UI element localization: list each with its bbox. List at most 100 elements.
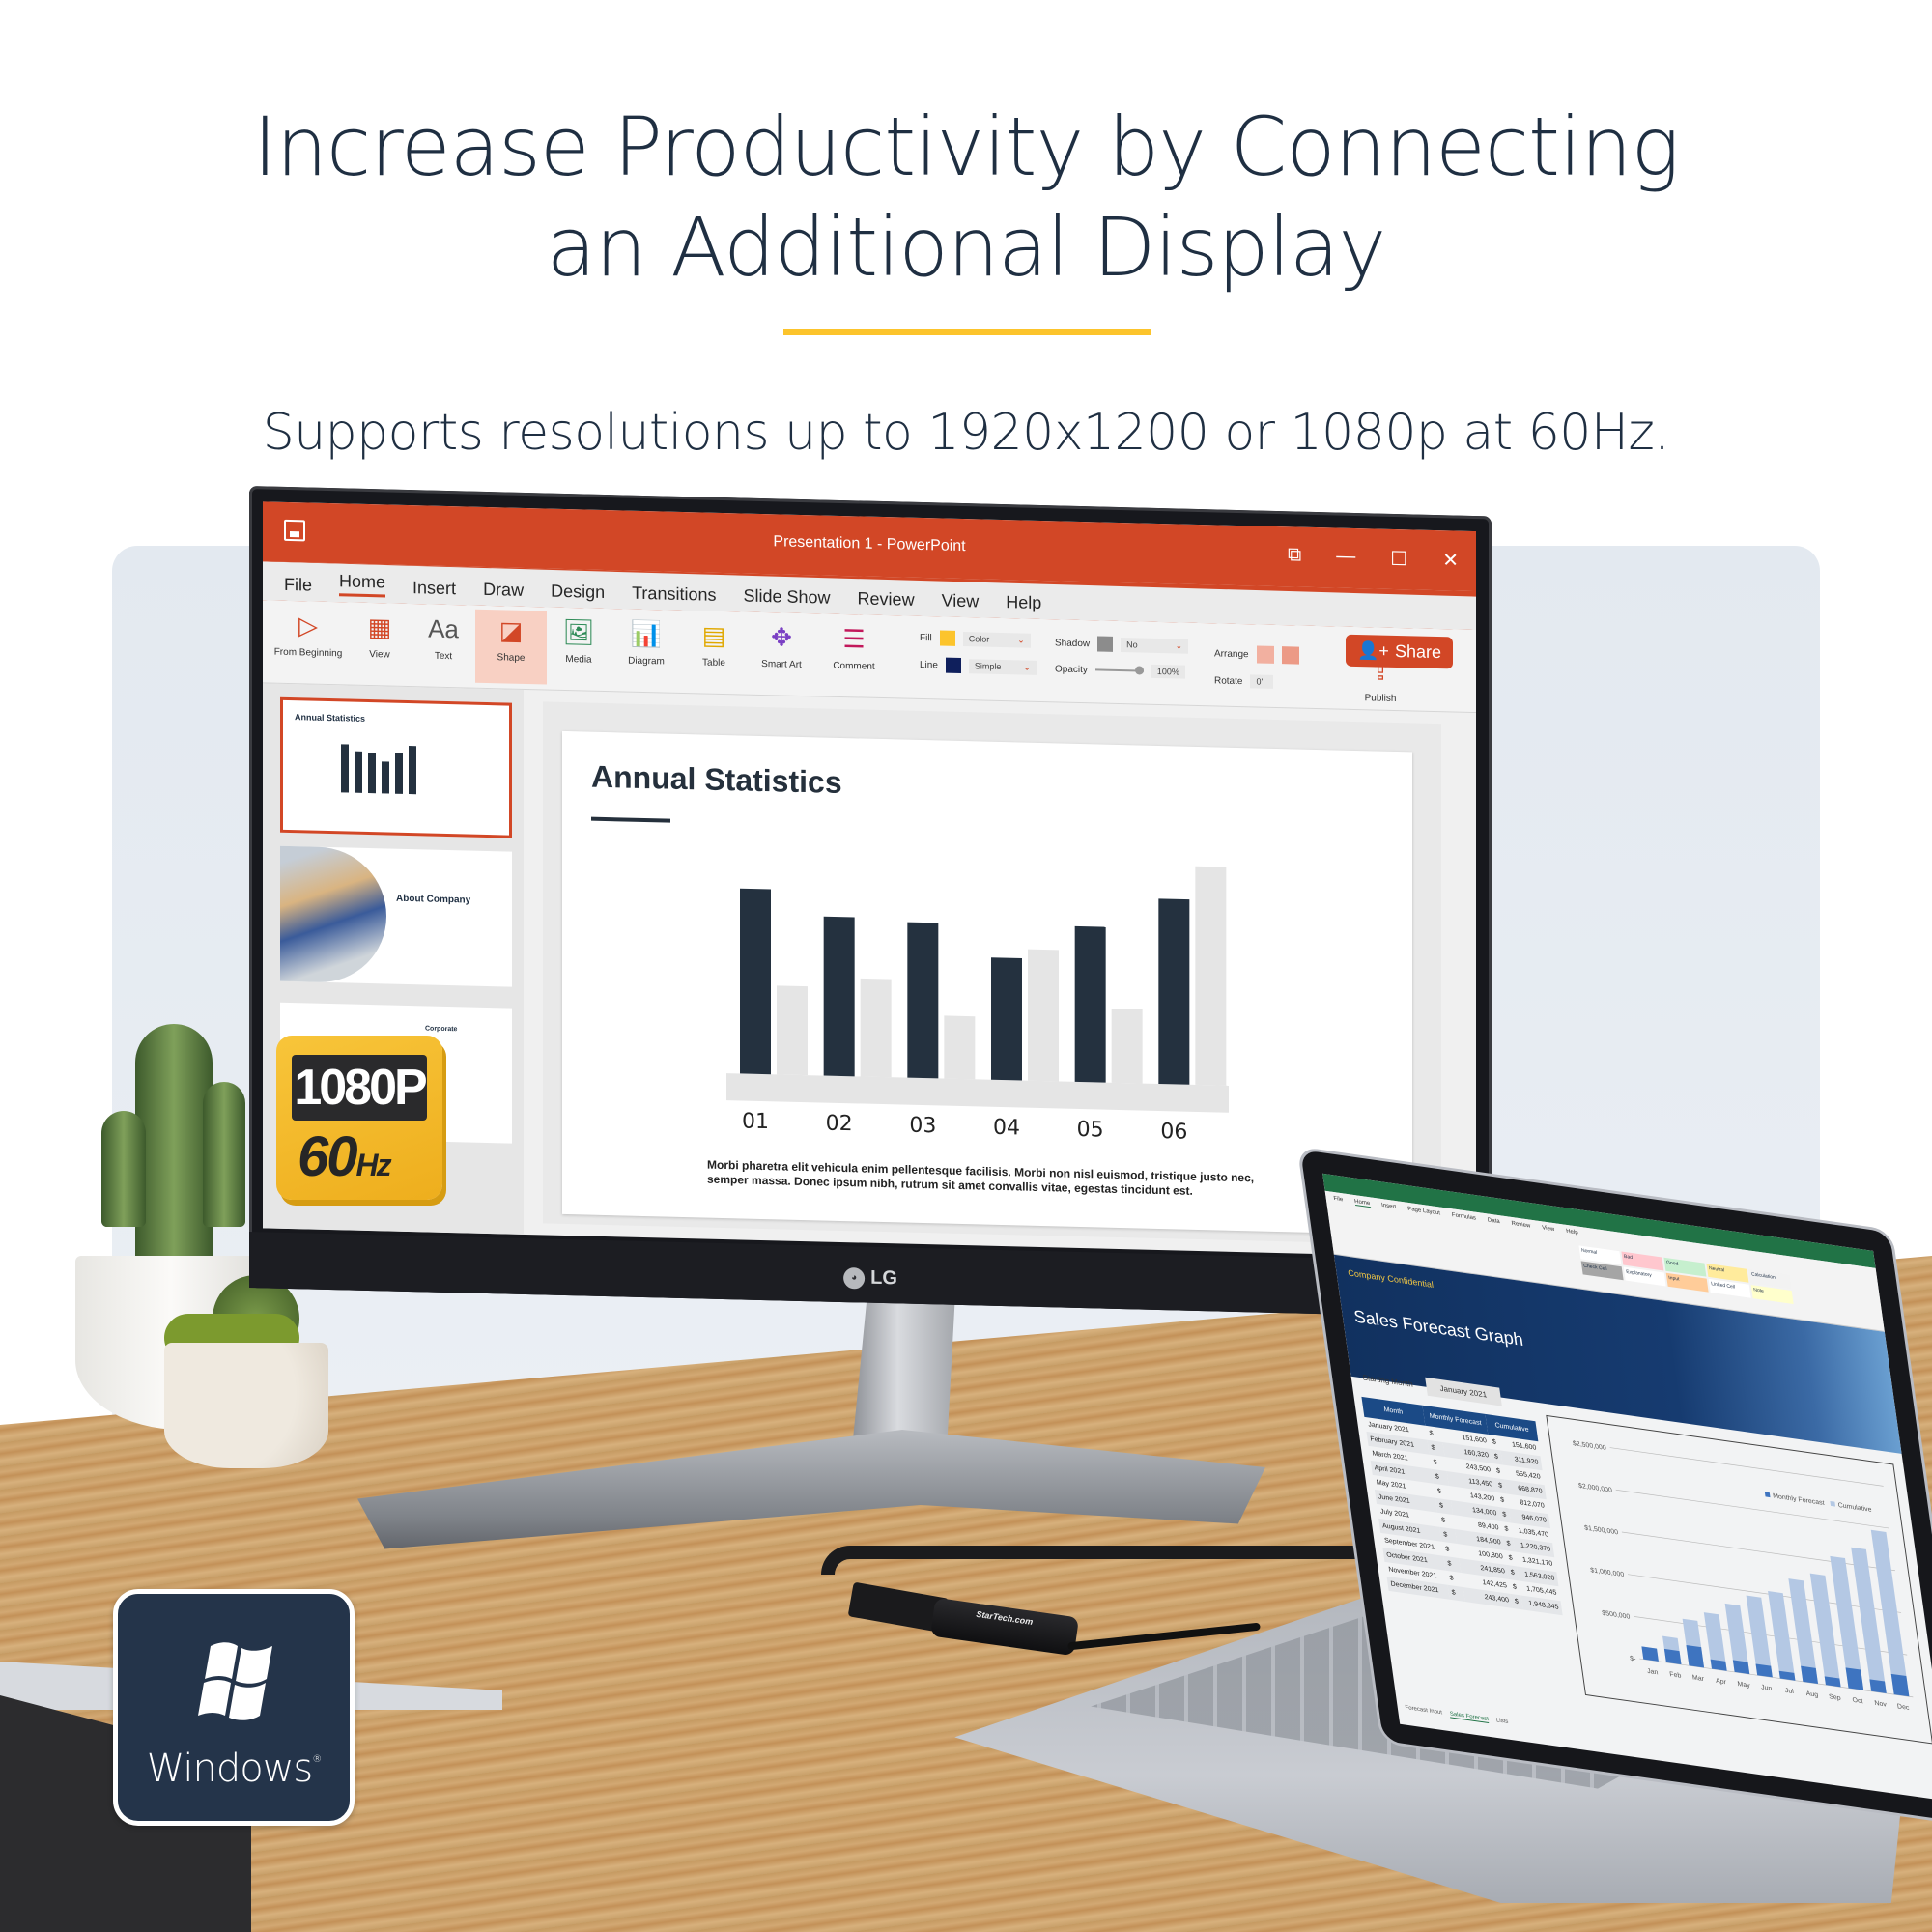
diagram-button[interactable]: 📊 Diagram [611, 616, 682, 668]
ribbon-button-label: Smart Art [761, 658, 802, 670]
x-tick-label: Aug [1805, 1690, 1818, 1699]
ribbon-button-label: From Beginning [273, 646, 343, 660]
warehouse-photo [280, 845, 386, 984]
annual-statistics-chart: 01 02 03 04 05 06 [726, 866, 1229, 1145]
bar-monthly-Nov [1869, 1679, 1887, 1693]
bar-primary-04 [991, 957, 1022, 1081]
tab-insert[interactable]: Insert [412, 578, 456, 599]
tab-design[interactable]: Design [551, 582, 605, 603]
headline-line-1: Increase Productivity by Connecting [253, 99, 1680, 194]
fill-control[interactable]: Fill Color ⌄ [920, 630, 1031, 648]
table-button[interactable]: ▤ Table [678, 618, 750, 669]
from-beginning-button[interactable]: ▷ From Beginning [272, 609, 344, 660]
tab-help[interactable]: Help [1006, 592, 1041, 613]
line-dropdown[interactable]: Simple ⌄ [968, 658, 1037, 675]
rotate-input[interactable]: 0' [1250, 674, 1274, 689]
bring-forward-icon[interactable] [1256, 645, 1274, 664]
excel-tab-data[interactable]: Data [1488, 1217, 1501, 1226]
ribbon-button-label: Text [434, 650, 453, 663]
sheet-tab[interactable]: Lists [1496, 1718, 1509, 1726]
opacity-slider[interactable] [1094, 668, 1144, 672]
smart-art-button[interactable]: ✥ Smart Art [746, 620, 817, 671]
fill-swatch[interactable] [939, 630, 955, 646]
tab-file[interactable]: File [284, 575, 312, 596]
bar-primary-03 [907, 922, 939, 1079]
confidential-tag: Company Confidential [1347, 1267, 1435, 1290]
legend-swatch [1764, 1492, 1771, 1498]
excel-tab-page-layout[interactable]: Page Layout [1407, 1207, 1441, 1218]
send-backward-icon[interactable] [1281, 646, 1299, 665]
x-tick-label: 02 [826, 1112, 853, 1137]
excel-tab-insert[interactable]: Insert [1381, 1203, 1397, 1211]
headline: Increase Productivity by Connecting an A… [0, 97, 1932, 298]
x-tick-label: Jan [1647, 1668, 1659, 1677]
shadow-dropdown[interactable]: No ⌄ [1121, 637, 1189, 654]
excel-tab-view[interactable]: View [1542, 1225, 1555, 1234]
tab-home[interactable]: Home [339, 571, 385, 597]
y-tick-label: $1,500,000 [1584, 1525, 1619, 1537]
sheet-tab[interactable]: Forecast Input [1405, 1705, 1442, 1717]
excel-tab-review[interactable]: Review [1511, 1221, 1531, 1231]
slide-thumbnail-2[interactable]: About Company [280, 845, 512, 987]
ribbon-button-label: Shape [497, 652, 526, 664]
lg-logo: ◕ LG [843, 1266, 897, 1290]
slide-title: Annual Statistics [591, 758, 842, 800]
excel-tab-home[interactable]: Home [1353, 1198, 1371, 1208]
image-icon: 🖼 [562, 616, 595, 647]
sheet-tab[interactable]: Sales Forecast [1449, 1711, 1490, 1724]
maximize-button[interactable]: ☐ [1390, 547, 1407, 571]
gridline [1609, 1447, 1884, 1487]
x-tick-label: Mar [1692, 1674, 1706, 1683]
x-tick-label: Sep [1829, 1693, 1841, 1702]
text-button[interactable]: Aa Text [408, 611, 479, 663]
subheadline: Supports resolutions up to 1920x1200 or … [262, 404, 1670, 462]
thumbnail-bar [368, 753, 376, 794]
shadow-label: Shadow [1055, 637, 1091, 649]
bar-diagram-icon: 📊 [630, 618, 663, 648]
excel-tab-help[interactable]: Help [1566, 1229, 1578, 1237]
arrange-label: Arrange [1214, 647, 1249, 660]
slide-thumbnail-1[interactable]: Annual Statistics [280, 696, 512, 838]
sales-forecast-chart: $- $500,000 $1,000,000 $1,500,000 $2,000,000… [1546, 1414, 1932, 1745]
bar-monthly-Aug [1801, 1665, 1819, 1685]
fill-dropdown[interactable]: Color ⌄ [962, 631, 1031, 648]
excel-tab-file[interactable]: File [1333, 1196, 1344, 1204]
thumbnail-bar [409, 746, 416, 795]
y-tick-label: $1,000,000 [1590, 1567, 1625, 1578]
opacity-value[interactable]: 100% [1151, 664, 1185, 679]
tab-review[interactable]: Review [858, 588, 915, 610]
tab-slide-show[interactable]: Slide Show [743, 586, 830, 609]
comment-button[interactable]: ☰ Comment [818, 621, 890, 672]
tab-draw[interactable]: Draw [483, 580, 524, 601]
bar-secondary-04 [1028, 949, 1059, 1082]
minimize-button[interactable]: — [1336, 546, 1355, 570]
tab-view[interactable]: View [942, 591, 980, 612]
bar-monthly-Oct [1845, 1667, 1864, 1690]
thumbnail-bar [395, 753, 403, 794]
ribbon-button-label: Comment [833, 660, 875, 672]
bar-monthly-May [1732, 1660, 1750, 1675]
shadow-swatch[interactable] [1097, 636, 1114, 652]
chart-baseline [726, 1073, 1229, 1113]
rotate-control[interactable]: Rotate 0' [1214, 673, 1274, 689]
close-button[interactable]: ✕ [1442, 548, 1459, 572]
shape-button[interactable]: ◪ Shape [475, 609, 547, 685]
current-slide[interactable]: Annual Statistics 01 02 03 04 05 06 Morbi pha… [562, 730, 1412, 1236]
shadow-control[interactable]: Shadow No ⌄ [1055, 635, 1189, 654]
x-tick-label: Oct [1852, 1697, 1863, 1705]
view-button[interactable]: ▦ View [344, 610, 415, 661]
present-icon[interactable]: ⧉ [1288, 544, 1301, 568]
arrange-control[interactable]: Arrange [1214, 644, 1299, 665]
excel-tab-formulas[interactable]: Formulas [1452, 1212, 1477, 1223]
line-control[interactable]: Line Simple ⌄ [920, 657, 1037, 675]
grid-view-icon: ▦ [367, 611, 392, 642]
ribbon-button-label: Media [565, 654, 592, 666]
opacity-control[interactable]: Opacity 100% [1055, 662, 1185, 679]
window-controls: ⧉ — ☐ ✕ [1288, 544, 1459, 572]
resolution-label: 1080P [292, 1055, 428, 1121]
bar-monthly-Feb [1663, 1648, 1682, 1665]
media-button[interactable]: 🖼 Media [543, 614, 614, 666]
share-button[interactable]: 👤+ Share [1346, 634, 1453, 669]
tab-transitions[interactable]: Transitions [632, 583, 716, 606]
line-swatch[interactable] [945, 657, 961, 674]
